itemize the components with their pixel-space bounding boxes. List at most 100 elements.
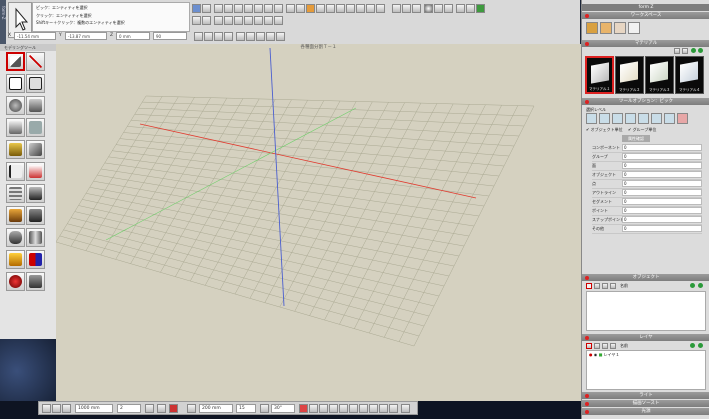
paste-icon[interactable] [266,32,275,41]
rectangle-tool[interactable] [6,74,25,93]
distribute-icon[interactable] [244,4,253,13]
close-icon[interactable] [585,13,589,18]
array-tool[interactable] [6,250,25,269]
measure-icon[interactable] [274,4,283,13]
polygon-tool[interactable] [26,74,45,93]
level-all-icon[interactable] [677,113,688,124]
snap-perp-icon[interactable] [359,404,368,413]
close-icon[interactable] [585,99,589,104]
snap-edge-icon[interactable] [329,404,338,413]
remove-object-button[interactable] [698,283,703,288]
round-tool[interactable] [6,228,25,247]
pick-tool[interactable] [6,52,25,71]
sub-toolbar-7-icon[interactable] [274,16,283,25]
sub-toolbar-3-icon[interactable] [234,16,243,25]
reset-view-icon[interactable] [444,4,453,13]
moon-icon[interactable] [434,4,443,13]
object-unit-checkbox[interactable]: ✔ オブジェクト単位 [586,127,623,133]
light-icon[interactable] [412,4,421,13]
sweep-tool[interactable] [26,184,45,203]
z-field[interactable]: 0 mm [116,32,150,40]
pencil-icon[interactable] [456,4,465,13]
panel-tool[interactable] [26,118,45,137]
snap-options-icon[interactable] [401,404,410,413]
undo-icon[interactable] [236,32,245,41]
level-face-icon[interactable] [625,113,636,124]
snap-record-icon[interactable] [169,404,178,413]
cube-shade-icon[interactable] [214,32,223,41]
delete-tool[interactable] [26,272,45,291]
objects-check-icon[interactable] [586,283,592,289]
layers-color-icon[interactable] [610,343,616,349]
level-object-icon[interactable] [638,113,649,124]
angle-field[interactable]: 15 [236,404,256,413]
snap-tangent-icon[interactable] [369,404,378,413]
align-left-icon[interactable] [214,4,223,13]
snap-point-icon[interactable] [309,404,318,413]
snap-size-field[interactable]: 200 mm [199,404,233,413]
grid-toggle-icon[interactable] [42,404,51,413]
snap-cross-icon[interactable] [349,404,358,413]
camera-icon[interactable] [402,4,411,13]
objects-list[interactable] [586,291,706,331]
spline-tool[interactable] [6,162,25,181]
copy-icon[interactable] [466,4,475,13]
close-icon[interactable] [585,401,589,406]
close-icon[interactable] [585,275,589,280]
properties-button[interactable]: 属性確認 [622,135,650,142]
paint-icon[interactable] [600,22,612,34]
add-material-button[interactable] [691,48,696,53]
sub-toolbar-2-icon[interactable] [224,16,233,25]
cut-icon[interactable] [256,32,265,41]
close-icon[interactable] [585,409,589,414]
level-group-icon[interactable] [651,113,662,124]
grid-icon[interactable] [254,4,263,13]
snap-center-icon[interactable] [339,404,348,413]
extra-field[interactable]: 90 [153,32,187,40]
material-list-icon[interactable] [682,48,688,54]
level-point-icon[interactable] [586,113,597,124]
smooth-tool[interactable] [26,206,45,225]
mirror-tool[interactable] [26,228,45,247]
curve-tool[interactable] [26,162,45,181]
stairs-tool[interactable] [26,140,45,159]
pan-icon[interactable] [296,4,305,13]
level-segment-icon[interactable] [599,113,610,124]
view-icon[interactable] [192,4,201,13]
remove-layer-button[interactable] [698,343,703,348]
render-icon[interactable] [366,4,375,13]
modeling-viewport[interactable] [56,44,581,401]
sun-icon[interactable] [346,4,355,13]
hint-toggle-icon[interactable] [192,16,201,25]
sphere-icon[interactable] [424,4,433,13]
magnify-icon[interactable] [326,4,335,13]
material-view-icon[interactable] [674,48,680,54]
brush-icon[interactable] [614,22,626,34]
sub-toolbar-1-icon[interactable] [214,16,223,25]
zoom-icon[interactable] [286,4,295,13]
sub-toolbar-6-icon[interactable] [264,16,273,25]
grid-count-field[interactable]: 2 [117,404,141,413]
close-icon[interactable] [585,393,589,398]
align-center-icon[interactable] [224,4,233,13]
layers-list[interactable]: ● ◉ ■ レイヤ１ [586,350,706,390]
snap-mid-icon[interactable] [319,404,328,413]
cylinder-tool[interactable] [26,96,45,115]
no-snap-icon[interactable] [299,404,308,413]
close-icon[interactable] [585,335,589,340]
line-tool[interactable] [26,52,45,71]
settings-icon[interactable] [476,4,485,13]
snap-settings-icon[interactable] [157,404,166,413]
grid-settings-icon[interactable] [145,404,154,413]
lamp-icon[interactable] [224,32,233,41]
doc-icon[interactable] [376,4,385,13]
snap-icon[interactable] [264,4,273,13]
remove-material-button[interactable] [698,48,703,53]
angle-snap-icon[interactable] [260,404,269,413]
sub-toolbar-4-icon[interactable] [244,16,253,25]
group-unit-checkbox[interactable]: ✔ グループ単位 [628,127,656,133]
fill-bucket-icon[interactable] [194,32,203,41]
objects-eye-icon[interactable] [594,283,600,289]
y-field[interactable]: -13.87 mm [65,32,107,40]
material-swatch-3[interactable]: マテリアル３ [645,56,674,94]
